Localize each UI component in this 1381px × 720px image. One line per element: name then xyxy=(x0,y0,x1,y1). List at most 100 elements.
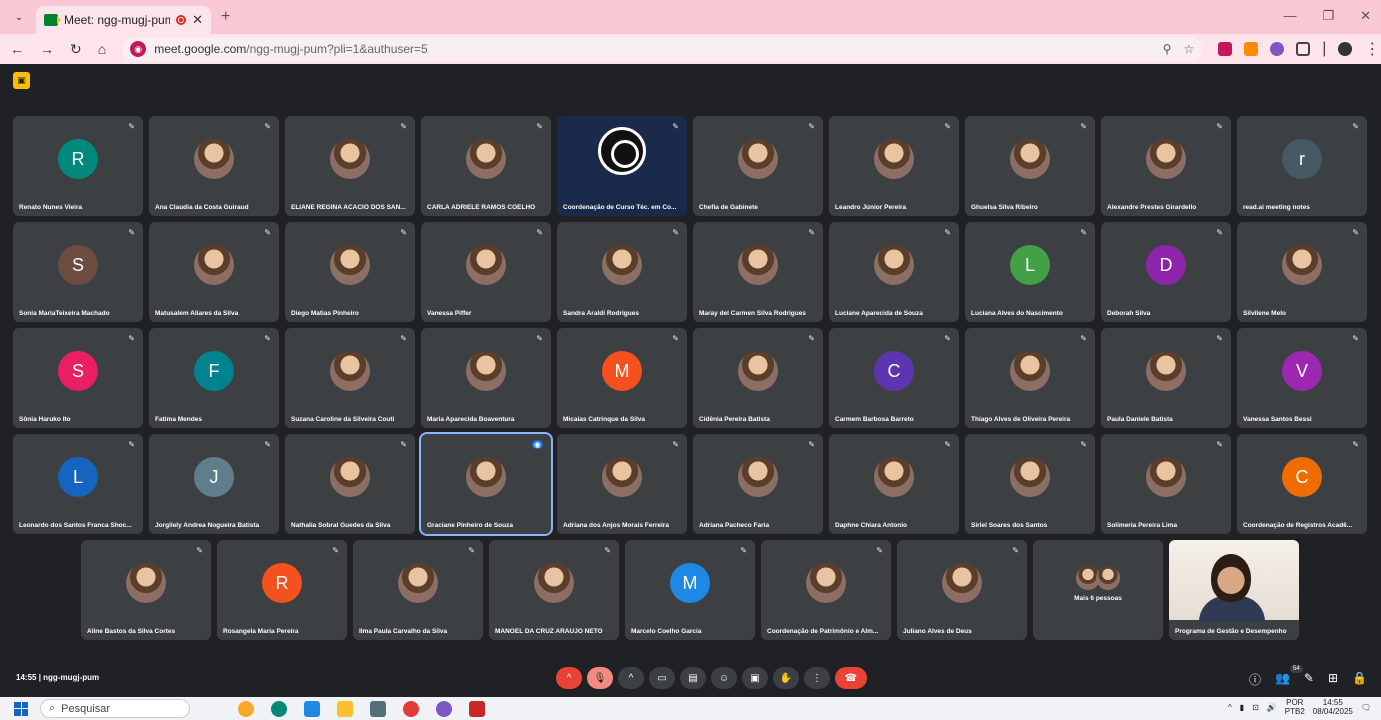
participant-tile[interactable]: ✎ ELIANE REGINA ACACIO DOS SAN... xyxy=(285,116,415,216)
store-icon[interactable] xyxy=(304,700,320,717)
participant-tile[interactable]: ✎ Leandro Júnior Pereira xyxy=(829,116,959,216)
participant-tile[interactable]: ✎ Chefia de Gabinete xyxy=(693,116,823,216)
participant-tile[interactable]: ✎ Alexandre Prestes Girardello xyxy=(1101,116,1231,216)
notifications-icon[interactable]: 🗨 xyxy=(1361,703,1371,712)
participant-tile[interactable]: ✎ Luciane Aparecida de Souza xyxy=(829,222,959,322)
host-controls-icon[interactable]: 🔒 xyxy=(1352,671,1367,688)
extension-icon[interactable] xyxy=(1270,42,1285,56)
activities-icon[interactable]: ⊞ xyxy=(1328,671,1338,688)
profile-avatar[interactable] xyxy=(1338,42,1353,56)
mic-off-icon[interactable]: 🎙 xyxy=(587,667,613,689)
tray-chevron-icon[interactable]: ^ xyxy=(1228,703,1232,712)
participant-tile[interactable]: ✎ Ana Claudia da Costa Guiraud xyxy=(149,116,279,216)
participant-tile[interactable]: Programa de Gestão e Desempenho xyxy=(1169,540,1299,640)
restore-icon[interactable]: ❐ xyxy=(1322,8,1334,24)
taskbar-search[interactable]: ⌕ Pesquisar xyxy=(40,699,190,718)
browser-menu-icon[interactable]: ⋮ xyxy=(1364,39,1380,59)
mic-options-button[interactable]: ^ xyxy=(556,667,582,689)
meeting-details[interactable]: 14:55 | ngg-mugj-pum xyxy=(16,673,99,682)
camera-options-button[interactable]: ^ xyxy=(618,667,644,689)
participant-tile[interactable]: R ✎ Renato Nunes Vieira xyxy=(13,116,143,216)
participant-tile[interactable]: ✎ Nathalia Sobral Guedes da Silva xyxy=(285,434,415,534)
tab-search-icon[interactable]: ⌄ xyxy=(8,6,30,28)
participant-tile[interactable]: ✎ Ghuelsa Silva Ribeiro xyxy=(965,116,1095,216)
participant-tile[interactable]: ✎ Ilma Paula Carvalho da Silva xyxy=(353,540,483,640)
minimize-icon[interactable]: — xyxy=(1283,8,1296,24)
participant-tile[interactable]: ✎ Coordenação de Patrimônio e Alm... xyxy=(761,540,891,640)
participant-tile[interactable]: C ✎ Carmem Barbosa Barreto xyxy=(829,328,959,428)
participant-tile[interactable]: ✎ Sandra Araldi Rodrigues xyxy=(557,222,687,322)
more-options-icon[interactable]: ⋮ xyxy=(804,667,830,689)
end-call-button[interactable]: ☎ xyxy=(835,667,867,689)
tab-meet[interactable]: Meet: ngg-mugj-pum ✕ xyxy=(36,6,211,34)
back-icon[interactable]: ← xyxy=(10,41,24,57)
people-icon[interactable]: 👥 xyxy=(1275,671,1290,688)
app-icon[interactable] xyxy=(370,700,386,717)
participant-tile[interactable]: ✎ MANOEL DA CRUZ ARAUJO NETO xyxy=(489,540,619,640)
present-icon[interactable]: ▣ xyxy=(742,667,768,689)
participant-tile[interactable]: r ✎ read.ai meeting notes xyxy=(1237,116,1367,216)
participant-tile[interactable]: ✎ Solimeria Pereira Lima xyxy=(1101,434,1231,534)
participant-tile[interactable]: ✎ Vanessa Piffer xyxy=(421,222,551,322)
participant-tile[interactable]: ✎ Suzana Caroline da Silveira Couti xyxy=(285,328,415,428)
site-info-icon[interactable]: ◉ xyxy=(130,41,147,57)
volume-icon[interactable]: 🔊 xyxy=(1267,703,1277,712)
captions-icon[interactable]: ▤ xyxy=(680,667,706,689)
edge-icon[interactable] xyxy=(271,700,287,717)
participant-tile[interactable]: ◉ Graciane Pinheiro de Souza xyxy=(419,432,553,536)
windows-start-icon[interactable] xyxy=(14,701,28,716)
participant-tile[interactable]: ✎ Siriel Soares dos Santos xyxy=(965,434,1095,534)
firefox-icon[interactable] xyxy=(436,700,452,717)
participant-tile[interactable]: F ✎ Fatima Mendes xyxy=(149,328,279,428)
participant-tile[interactable]: L ✎ Leonardo dos Santos Franca Shoc... xyxy=(13,434,143,534)
close-window-icon[interactable]: ✕ xyxy=(1360,8,1371,24)
participant-tile[interactable]: ✎ Diego Matias Pinheiro xyxy=(285,222,415,322)
participant-tile[interactable]: V ✎ Vanessa Santos Bessi xyxy=(1237,328,1367,428)
tab-close-icon[interactable]: ✕ xyxy=(192,12,203,28)
forward-icon[interactable]: → xyxy=(40,41,54,57)
url-bar[interactable]: ◉ meet.google.com/ngg-mugj-pum?pli=1&aut… xyxy=(122,37,1203,61)
participant-tile[interactable]: ✎ Thiago Alves de Oliveira Pereira xyxy=(965,328,1095,428)
participant-tile[interactable]: J ✎ Jorgilely Andrea Nogueira Batista xyxy=(149,434,279,534)
participant-tile[interactable]: ✎ Daphne Chiara Antonio xyxy=(829,434,959,534)
participant-tile[interactable]: L ✎ Luciana Alves do Nascimento xyxy=(965,222,1095,322)
participant-tile[interactable]: D ✎ Deborah Silva xyxy=(1101,222,1231,322)
bookmark-star-icon[interactable]: ☆ xyxy=(1183,42,1194,56)
extensions-puzzle-icon[interactable] xyxy=(1296,42,1311,56)
participant-tile[interactable]: ✎ Maria Aparecida Boaventura xyxy=(421,328,551,428)
participant-tile[interactable]: ✎ Coordenação de Curso Téc. em Co... xyxy=(557,116,687,216)
language-indicator[interactable]: POR PTB2 xyxy=(1285,698,1305,716)
participant-tile[interactable]: M ✎ Micaias Catrinque da Silva xyxy=(557,328,687,428)
participant-tile[interactable]: ✎ Silvilene Melo xyxy=(1237,222,1367,322)
participant-tile[interactable]: ✎ Aline Bastos da Silva Cortes xyxy=(81,540,211,640)
participant-tile[interactable]: ✎ Cidênia Pereira Batista xyxy=(693,328,823,428)
extension-icon[interactable] xyxy=(1218,42,1233,56)
participant-tile[interactable]: M ✎ Marcelo Coelho Garcia xyxy=(625,540,755,640)
participant-tile[interactable]: R ✎ Rosangela Maria Pereira xyxy=(217,540,347,640)
new-tab-button[interactable]: + xyxy=(221,8,230,26)
opera-icon[interactable] xyxy=(403,700,419,717)
reload-icon[interactable]: ↻ xyxy=(70,41,82,58)
participant-tile[interactable]: Mais 6 pessoas xyxy=(1033,540,1163,640)
zoom-icon[interactable]: ⚲ xyxy=(1163,42,1172,56)
participant-tile[interactable]: S ✎ Sonia MariaTeixeira Machado xyxy=(13,222,143,322)
participant-tile[interactable]: ✎ Juliano Alves de Deus xyxy=(897,540,1027,640)
participant-tile[interactable]: ✎ Maray del Carmen Silva Rodrigues xyxy=(693,222,823,322)
meet-notes-icon[interactable]: ▣ xyxy=(13,72,30,89)
widgets-icon[interactable] xyxy=(238,700,254,717)
participant-tile[interactable]: C ✎ Coordenação de Registros Acadê... xyxy=(1237,434,1367,534)
taskbar-clock[interactable]: 14:55 08/04/2025 xyxy=(1313,698,1353,716)
participant-tile[interactable]: ✎ CARLA ADRIELE RAMOS COELHO xyxy=(421,116,551,216)
participant-tile[interactable]: ✎ Matusalem Aliares da Silva xyxy=(149,222,279,322)
emoji-icon[interactable]: ☺ xyxy=(711,667,737,689)
participant-tile[interactable]: S ✎ Sônia Haruko Ito xyxy=(13,328,143,428)
camera-off-icon[interactable]: ▭ xyxy=(649,667,675,689)
home-icon[interactable]: ⌂ xyxy=(98,41,106,57)
battery-icon[interactable]: ▮ xyxy=(1240,703,1244,712)
participant-tile[interactable]: ✎ Adriana dos Anjos Morais Ferreira xyxy=(557,434,687,534)
extension-icon[interactable] xyxy=(1244,42,1259,56)
participant-tile[interactable]: ✎ Adriana Pacheco Faria xyxy=(693,434,823,534)
app-icon[interactable] xyxy=(469,700,485,717)
info-icon[interactable]: ⓘ xyxy=(1249,671,1261,688)
participant-tile[interactable]: ✎ Paula Daniele Batista xyxy=(1101,328,1231,428)
